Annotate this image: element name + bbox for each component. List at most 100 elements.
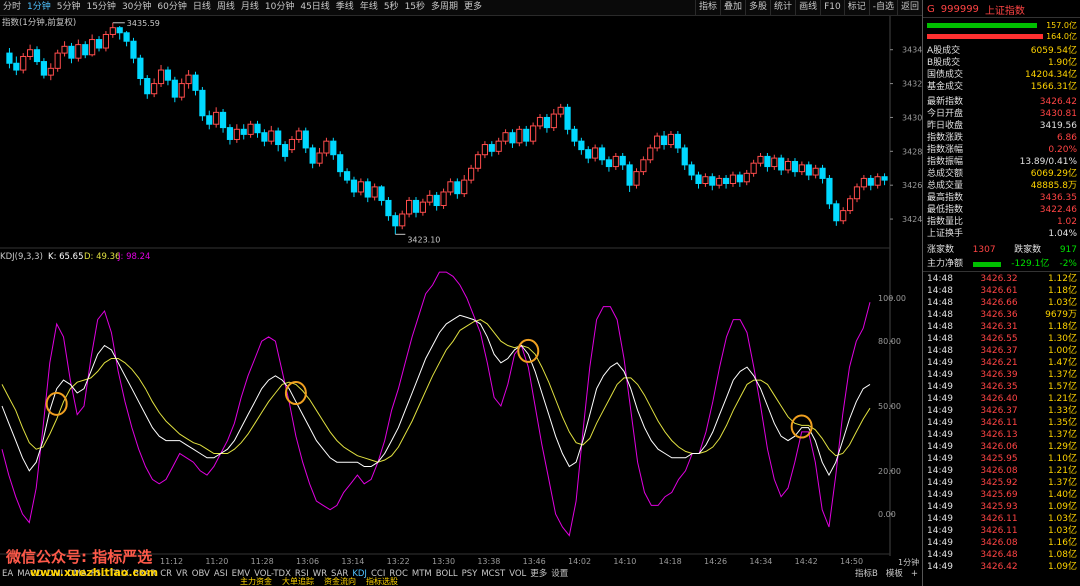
candle-body (233, 128, 240, 140)
candle-body (530, 125, 537, 142)
tool-button[interactable]: 叠加 (720, 0, 745, 15)
time-label: 13:06 (296, 557, 320, 566)
tick-amount: 1.00亿 (1047, 346, 1077, 356)
candle-body (412, 199, 420, 213)
period-tab[interactable]: 月线 (238, 0, 262, 15)
kdj-k-line (1, 314, 871, 477)
tool-button[interactable]: 标记 (843, 0, 869, 15)
period-tab[interactable]: 年线 (357, 0, 381, 15)
period-tab[interactable]: 30分钟 (119, 0, 154, 15)
right-tab[interactable]: 指标B (855, 568, 878, 580)
period-tab[interactable]: 日线 (190, 0, 214, 15)
tick-price: 3426.08 (980, 538, 1018, 548)
right-tab[interactable]: + (911, 568, 918, 580)
detail-row-label: 最低指数 (927, 205, 964, 215)
candle-body (743, 172, 750, 183)
quote-flag: G (927, 3, 935, 15)
tick-price: 3426.48 (980, 550, 1018, 560)
tool-button[interactable]: 返回 (896, 0, 922, 15)
indicator-tab[interactable]: EA (0, 568, 15, 580)
candle-body (13, 62, 20, 71)
indicator-tab[interactable]: VOL (507, 568, 528, 580)
candle-body (357, 181, 364, 193)
tick-price: 3426.42 (980, 562, 1018, 572)
tick-time: 14:49 (927, 418, 953, 428)
tool-button[interactable]: 多股 (745, 0, 770, 15)
tool-button[interactable]: 画线 (795, 0, 820, 15)
period-tab[interactable]: 多周期 (428, 0, 461, 15)
indicator-tab[interactable]: BOLL (434, 568, 460, 580)
tick-amount: 1.37亿 (1047, 430, 1077, 440)
candle-body (157, 69, 165, 85)
price-tick-label: 3426 (902, 181, 922, 190)
kdj-d-label: D: 49.36 (84, 252, 120, 262)
period-tab[interactable]: 60分钟 (154, 0, 189, 15)
stat-row-value: 1566.31亿 (1030, 82, 1077, 92)
candle-body (860, 177, 867, 188)
tool-button[interactable]: F10 (820, 0, 844, 15)
candle-body (660, 135, 668, 146)
indicator-tab[interactable]: PSY (460, 568, 480, 580)
detail-row: 指数涨幅 0.20% (927, 144, 1077, 156)
tick-price: 3426.31 (980, 322, 1018, 332)
period-tab[interactable]: 5分钟 (54, 0, 84, 15)
period-label[interactable]: 1分钟 (898, 557, 919, 568)
detail-row-value: 3426.42 (1039, 97, 1077, 107)
indicator-tab[interactable]: MTM (410, 568, 434, 580)
time-label: 14:42 (794, 557, 818, 566)
period-tab[interactable]: 15秒 (402, 0, 428, 15)
candle-body (20, 55, 27, 71)
sell-volume-bar-value: 164.0亿 (1046, 32, 1077, 41)
period-tab[interactable]: 45日线 (297, 0, 332, 15)
indicator-tab[interactable]: VR (174, 568, 190, 580)
sub-tab[interactable]: 资金流向 (324, 578, 356, 586)
tool-button[interactable]: 指标 (695, 0, 720, 15)
candle-body (89, 39, 96, 56)
period-tab[interactable]: 5秒 (381, 0, 402, 15)
tick-price: 3426.35 (980, 382, 1018, 392)
indicator-tab[interactable]: OBV (190, 568, 212, 580)
indicator-tab[interactable]: 更多 (528, 568, 549, 580)
period-tab[interactable]: 周线 (214, 0, 238, 15)
indicator-tab[interactable]: MCST (479, 568, 507, 580)
candle-body (688, 164, 695, 176)
tick-amount: 1.21亿 (1047, 466, 1077, 476)
tick-row: 14:49 3426.11 1.35亿 (927, 417, 1077, 429)
tick-time: 14:48 (927, 322, 953, 332)
right-tab[interactable]: 模板 (886, 568, 903, 580)
candle-body (881, 176, 888, 181)
indicator-tab[interactable]: ASI (212, 568, 230, 580)
period-tab[interactable]: 更多 (461, 0, 485, 15)
tick-time: 14:49 (927, 370, 953, 380)
period-tab[interactable]: 季线 (333, 0, 357, 15)
indicator-tab[interactable]: 设置 (549, 568, 570, 580)
period-tab[interactable]: 1分钟 (24, 0, 54, 15)
tool-button[interactable]: -自选 (868, 0, 897, 15)
candle-body (433, 194, 440, 207)
detail-row-label: 总成交额 (927, 169, 964, 179)
price-tick-label: 3430 (902, 113, 922, 122)
quote-panel: G 999999 上证指数 157.0亿 164.0亿 A股成交 6059.54亿 B股成交 1… (922, 0, 1080, 586)
sub-tab[interactable]: 主力资金 (240, 578, 272, 586)
candle-body (123, 32, 130, 42)
main-flow-label: 主力净额 (927, 259, 964, 269)
candle-body (736, 174, 743, 183)
detail-row-value: 3436.35 (1039, 193, 1077, 203)
sub-tab[interactable]: 大单追踪 (282, 578, 314, 586)
tool-button[interactable]: 统计 (770, 0, 795, 15)
period-tab[interactable]: 15分钟 (83, 0, 118, 15)
candle-body (771, 157, 778, 168)
period-tab[interactable]: 10分钟 (262, 0, 297, 15)
detail-row: 总成交额 6069.29亿 (927, 168, 1077, 180)
time-label: 14:50 (840, 557, 864, 566)
tick-price: 3425.95 (980, 454, 1018, 464)
quote-header: G 999999 上证指数 (927, 2, 1025, 17)
sub-tab[interactable]: 指标选股 (366, 578, 398, 586)
candle-body (543, 116, 551, 129)
tick-row: 14:48 3426.55 1.30亿 (927, 333, 1077, 345)
time-label: 14:34 (749, 557, 773, 566)
period-tab[interactable]: 分时 (0, 0, 24, 15)
tick-amount: 1.35亿 (1047, 418, 1077, 428)
tick-amount: 1.18亿 (1047, 322, 1077, 332)
indicator-tab[interactable]: CR (158, 568, 174, 580)
